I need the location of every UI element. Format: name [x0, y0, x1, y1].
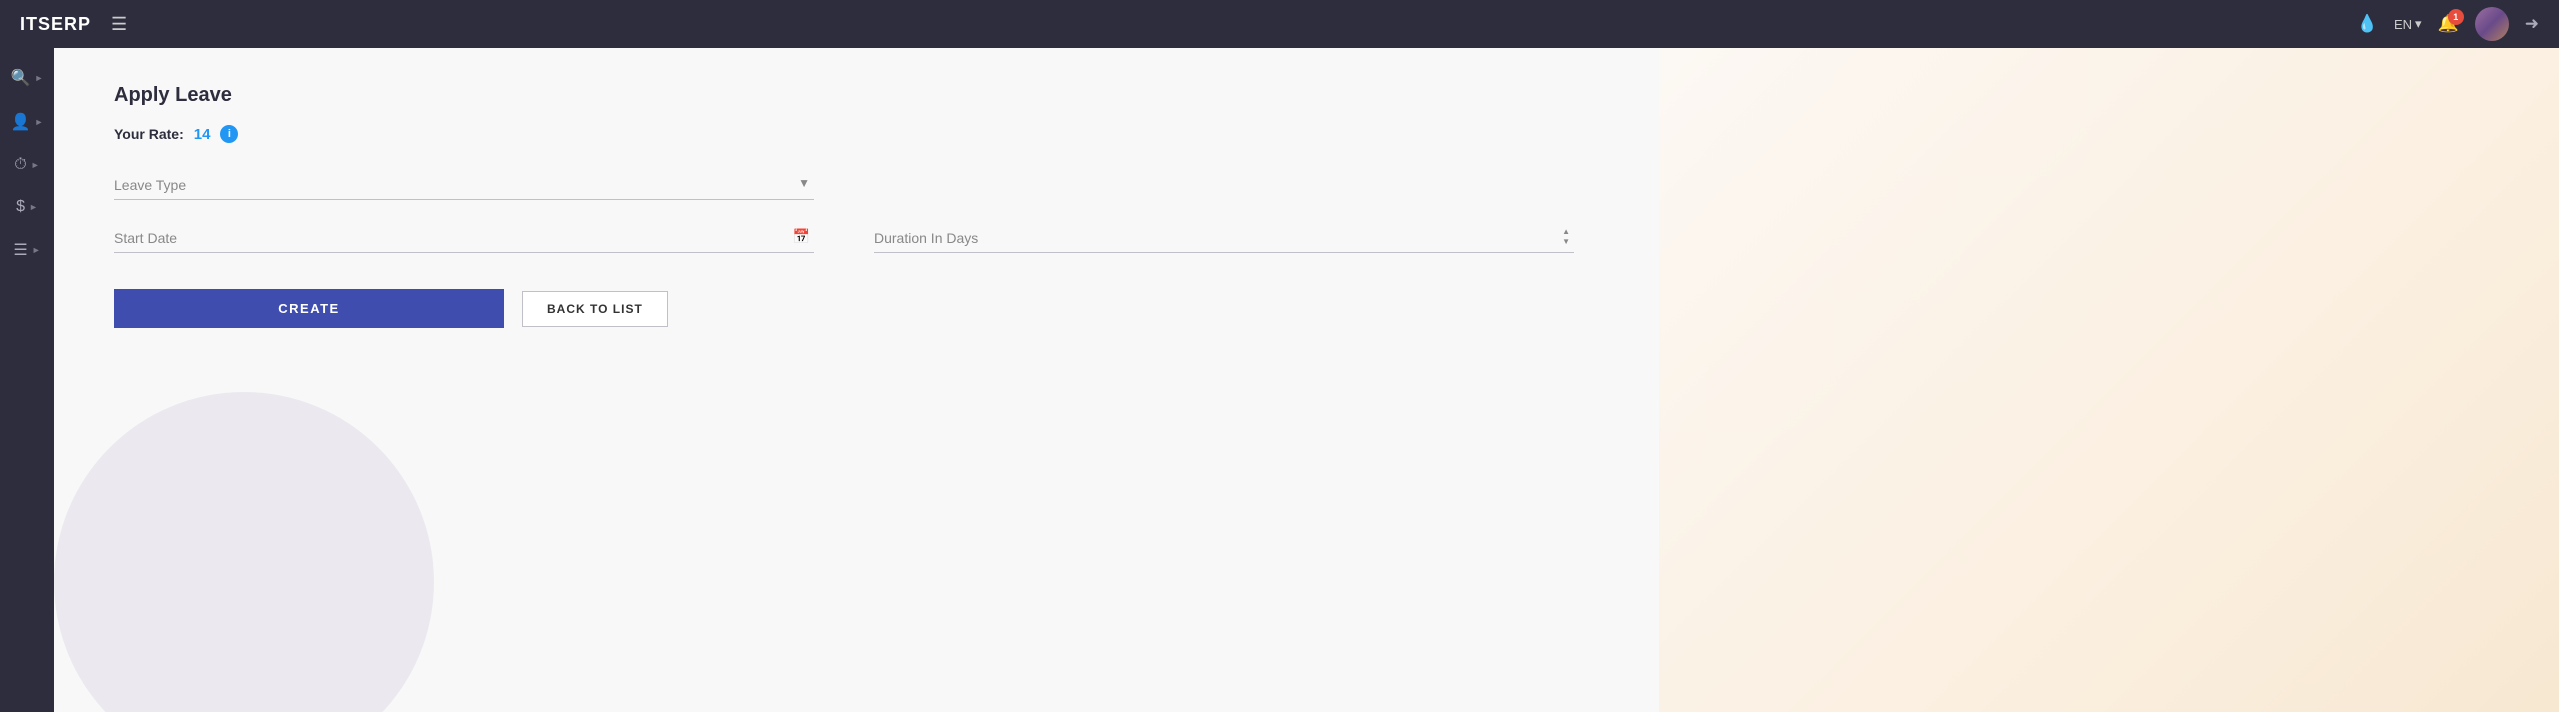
form-section: Apply Leave Your Rate: 14 i Leave Type A… — [54, 48, 1654, 368]
sidebar-item-people[interactable]: 👤 ► — [0, 102, 54, 142]
language-label: EN — [2394, 17, 2412, 32]
language-arrow-icon: ▾ — [2415, 16, 2422, 32]
rate-label: Your Rate: — [114, 126, 184, 142]
people-icon: 👤 — [11, 112, 31, 132]
chevron-right-icon: ► — [31, 160, 40, 170]
chevron-right-icon: ► — [29, 202, 38, 212]
bell-icon[interactable]: 🔔 1 — [2438, 14, 2459, 34]
buttons-row: CREATE BACK TO LIST — [114, 289, 1604, 328]
duration-input[interactable] — [874, 224, 1574, 253]
language-selector[interactable]: EN ▾ — [2394, 16, 2422, 32]
create-button[interactable]: CREATE — [114, 289, 504, 328]
back-to-list-button[interactable]: BACK TO LIST — [522, 291, 668, 327]
leave-type-select-wrap: Leave Type Annual Leave Sick Leave Unpai… — [114, 171, 814, 200]
sidebar-item-finance[interactable]: $ ► — [0, 188, 54, 226]
page-title: Apply Leave — [114, 84, 1604, 107]
topnav: ITSERP ☰ 💧 EN ▾ 🔔 1 ➜ — [0, 0, 2559, 48]
start-date-input[interactable] — [114, 224, 814, 253]
sidebar: 🔍 ► 👤 ► ⏱ ► $ ► ☰ ► — [0, 48, 54, 712]
sidebar-item-list[interactable]: ☰ ► — [0, 230, 54, 270]
duration-field: ▲ ▼ — [874, 224, 1574, 253]
clock-icon: ⏱ — [14, 156, 26, 174]
avatar[interactable] — [2475, 7, 2509, 41]
search-icon: 🔍 — [11, 68, 31, 88]
duration-spinner: ▲ ▼ — [1562, 227, 1570, 247]
leave-type-field: Leave Type Annual Leave Sick Leave Unpai… — [114, 171, 814, 200]
chevron-right-icon: ► — [35, 73, 44, 83]
start-date-field: 📅 — [114, 224, 814, 253]
rate-row: Your Rate: 14 i — [114, 125, 1604, 143]
duration-input-wrap: ▲ ▼ — [874, 224, 1574, 253]
topnav-left: ITSERP ☰ — [20, 14, 127, 35]
sidebar-item-time[interactable]: ⏱ ► — [0, 146, 54, 184]
hamburger-icon[interactable]: ☰ — [111, 14, 127, 35]
background-gradient — [1659, 48, 2559, 712]
app-logo: ITSERP — [20, 14, 91, 35]
chevron-right-icon: ► — [35, 117, 44, 127]
background-circle — [54, 392, 434, 712]
exit-icon[interactable]: ➜ — [2525, 14, 2539, 34]
list-icon: ☰ — [13, 240, 27, 260]
notification-badge: 1 — [2448, 9, 2464, 25]
chevron-right-icon: ► — [32, 245, 41, 255]
topnav-right: 💧 EN ▾ 🔔 1 ➜ — [2357, 7, 2539, 41]
form-top-row: Leave Type Annual Leave Sick Leave Unpai… — [114, 171, 1604, 200]
main-layout: 🔍 ► 👤 ► ⏱ ► $ ► ☰ ► Apply Leave Your Rat… — [0, 48, 2559, 712]
spinner-down-icon[interactable]: ▼ — [1562, 237, 1570, 247]
leave-type-select[interactable]: Leave Type Annual Leave Sick Leave Unpai… — [114, 171, 814, 200]
start-date-input-wrap: 📅 — [114, 224, 814, 253]
rate-value: 14 — [194, 126, 211, 143]
dollar-icon: $ — [16, 198, 25, 216]
content-area: Apply Leave Your Rate: 14 i Leave Type A… — [54, 48, 2559, 712]
spinner-up-icon[interactable]: ▲ — [1562, 227, 1570, 237]
sidebar-item-search[interactable]: 🔍 ► — [0, 58, 54, 98]
info-icon[interactable]: i — [220, 125, 238, 143]
water-drop-icon[interactable]: 💧 — [2357, 14, 2378, 34]
form-bottom-row: 📅 ▲ ▼ — [114, 224, 1604, 253]
